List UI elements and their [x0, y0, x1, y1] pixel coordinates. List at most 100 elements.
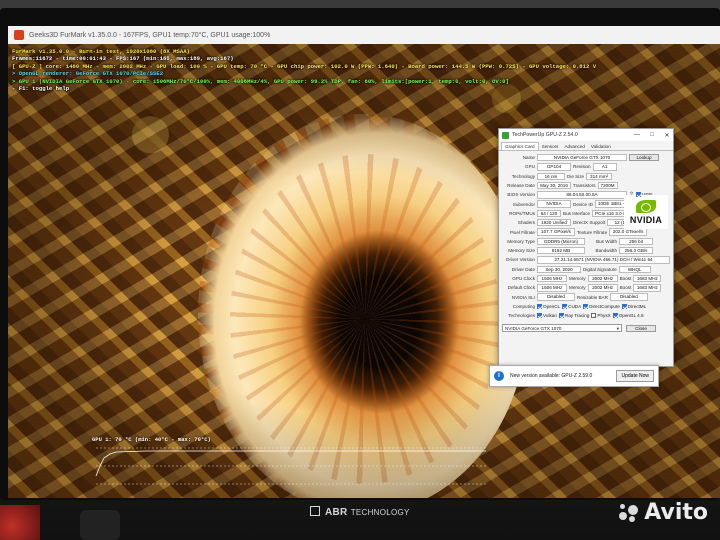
row-nvidia-sli: NVIDIA SLI Disabled Resizable BAR Disabl…: [502, 292, 670, 301]
row-technology: Technology 16 nm Die Size 314 mm²: [502, 172, 670, 181]
field-label: Pixel Fillrate: [509, 229, 535, 235]
row-gpu: GPU GP104 Revision A1: [502, 162, 670, 171]
furmark-stats-overlay: FurMark v1.35.0.0 - Burn-in test, 1920x1…: [12, 48, 596, 92]
field-label: Die Size: [567, 173, 585, 179]
checkbox-icon: [537, 303, 542, 309]
field-label: Technologies: [508, 313, 535, 319]
resizable-bar-value: Disabled: [609, 293, 648, 301]
checkbox-icon: [621, 303, 627, 309]
checkbox-icon: [636, 192, 642, 198]
field-label: NVIDIA SLI: [511, 294, 535, 300]
temperature-graph: GPU 1: 70 °C (min: 40°C - max: 70°C): [86, 436, 496, 494]
field-label: Bus Width: [596, 238, 617, 244]
nvidia-logo-text: NVIDIA: [629, 214, 663, 225]
field-label: Transistors: [573, 183, 596, 189]
row-name: Name NVIDIA GeForce GTX 1070 Lookup: [502, 153, 670, 162]
gpu-select-dropdown[interactable]: NVIDIA GeForce GTX 1070 ▾: [502, 324, 622, 333]
field-label: GPU: [525, 164, 535, 170]
transistors-value: 7200M: [597, 181, 618, 190]
directml-checkbox: DirectML: [621, 303, 647, 309]
digital-signature-value: WHQL: [618, 265, 651, 273]
field-label: Driver Version: [506, 257, 535, 263]
overlay-line: Frames:11672 - time:00:01:43 - FPS:167 (…: [12, 55, 234, 63]
field-label: Resizable BAR: [577, 294, 608, 300]
gpuz-tab-bar: Graphics Card Sensors Advanced Validatio…: [499, 141, 673, 151]
minimize-button[interactable]: —: [631, 132, 643, 138]
directcompute-checkbox: DirectCompute: [583, 303, 620, 309]
tab-sensors[interactable]: Sensors: [539, 143, 562, 150]
row-memory-size: Memory Size 8192 MB Bandwidth 256.3 GB/s: [502, 246, 670, 255]
checkbox-icon: [537, 313, 542, 319]
nvidia-eye-icon: [636, 199, 656, 213]
close-button[interactable]: Close: [626, 324, 656, 333]
gpuz-footer: NVIDIA GeForce GTX 1070 ▾ Close: [499, 322, 673, 334]
gpuz-titlebar[interactable]: TechPowerUp GPU-Z 2.54.0 — □ ✕: [499, 129, 673, 141]
tab-validation[interactable]: Validation: [588, 143, 614, 150]
default-boost-value: 1683 MHz: [633, 284, 662, 292]
checkbox-label: PhysX: [597, 313, 611, 319]
field-label: Release Date: [507, 183, 535, 189]
opencl-checkbox: OpenCL: [537, 303, 561, 309]
bandwidth-value: 256.3 GB/s: [619, 246, 653, 255]
field-label: Technology: [511, 173, 535, 179]
texture-fillrate-value: 202.0 GTexel/s: [609, 228, 648, 236]
name-value: NVIDIA GeForce GTX 1070: [537, 153, 627, 162]
checkbox-label: OpenCL: [543, 303, 561, 309]
fur-donut-texture: [230, 154, 500, 484]
gpuz-title: TechPowerUp GPU-Z 2.54.0: [512, 132, 578, 138]
field-label: Device ID: [573, 201, 593, 207]
update-message: New version available: GPU-Z 2.59.0: [510, 373, 593, 379]
field-label: Revision: [573, 164, 591, 170]
tab-advanced[interactable]: Advanced: [561, 143, 587, 150]
checkbox-icon: [612, 313, 618, 319]
technology-value: 16 nm: [537, 172, 565, 180]
lookup-button[interactable]: Lookup: [629, 153, 659, 162]
gpuz-app-icon: [502, 131, 509, 139]
update-now-button[interactable]: Update Now: [616, 370, 654, 382]
driver-date-value: Sep 30, 2020: [537, 265, 581, 273]
memory-size-value: 8192 MB: [537, 246, 585, 255]
gpu-value: GP104: [537, 163, 571, 171]
info-icon: i: [494, 371, 504, 381]
brand-logo-icon: [310, 506, 321, 516]
brand-name: ABR: [325, 507, 348, 518]
pixel-fillrate-value: 107.7 GPixel/s: [537, 228, 575, 236]
gpu-select-value: NVIDIA GeForce GTX 1070: [505, 326, 562, 332]
release-date-value: May 30, 2016: [537, 181, 571, 190]
gpuz-graphics-card-panel: NVIDIA Name NVIDIA GeForce GTX 1070 Look…: [499, 151, 673, 322]
row-release-date: Release Date May 30, 2016 Transistors 72…: [502, 181, 670, 190]
field-label: Default Clock: [507, 285, 535, 291]
checkbox-icon: [562, 303, 568, 309]
furmark-titlebar[interactable]: Geeks3D FurMark v1.35.0.0 - 167FPS, GPU1…: [8, 26, 720, 44]
update-notification: i New version available: GPU-Z 2.59.0 Up…: [489, 365, 659, 387]
rops-value: 64 / 120: [537, 209, 561, 218]
die-size-value: 314 mm²: [586, 172, 613, 180]
temperature-graph-label: GPU 1: 70 °C (min: 40°C - max: 70°C): [92, 436, 211, 443]
monitor-brand: ABR TECHNOLOGY: [0, 506, 720, 518]
revision-value: A1: [592, 163, 617, 171]
row-driver-version: Driver Version 27.21.14.5671 (NVIDIA 456…: [502, 255, 670, 264]
row-memory-type: Memory Type GDDR5 (Micron) Bus Width 256…: [502, 237, 670, 246]
overlay-line: > GPU 1 (NVIDIA GeForce GTX 1070) - core…: [12, 77, 509, 85]
driver-version-value: 27.21.14.5671 (NVIDIA 456.71) DCH / Win1…: [537, 256, 670, 264]
field-label: Bus Interface: [563, 210, 591, 216]
gpuz-window[interactable]: TechPowerUp GPU-Z 2.54.0 — □ ✕ Graphics …: [498, 128, 674, 367]
checkbox-label: DirectML: [627, 303, 647, 309]
checkbox-icon: [591, 313, 597, 319]
maximize-button[interactable]: □: [646, 132, 658, 138]
field-label: Subvendor: [512, 201, 535, 207]
row-computing: Computing OpenCL CUDA DirectCompute Dire…: [502, 302, 670, 311]
tab-graphics-card[interactable]: Graphics Card: [501, 142, 539, 150]
checkbox-icon: [558, 313, 564, 319]
field-label: Boost: [619, 276, 632, 281]
memory-clock-value: 2002 MHz: [587, 274, 618, 283]
row-technologies: Technologies Vulkan Ray Tracing PhysX Op…: [502, 311, 670, 320]
checkbox-label: DirectCompute: [589, 303, 620, 309]
field-label: Memory Size: [508, 248, 535, 254]
field-label: Memory: [569, 285, 586, 291]
close-window-button[interactable]: ✕: [661, 132, 673, 139]
default-memory-value: 2002 MHz: [587, 284, 618, 292]
overlay-line: - F1: toggle help: [12, 85, 70, 93]
field-label: BIOS Version: [507, 192, 535, 198]
sli-value: Disabled: [537, 293, 575, 301]
